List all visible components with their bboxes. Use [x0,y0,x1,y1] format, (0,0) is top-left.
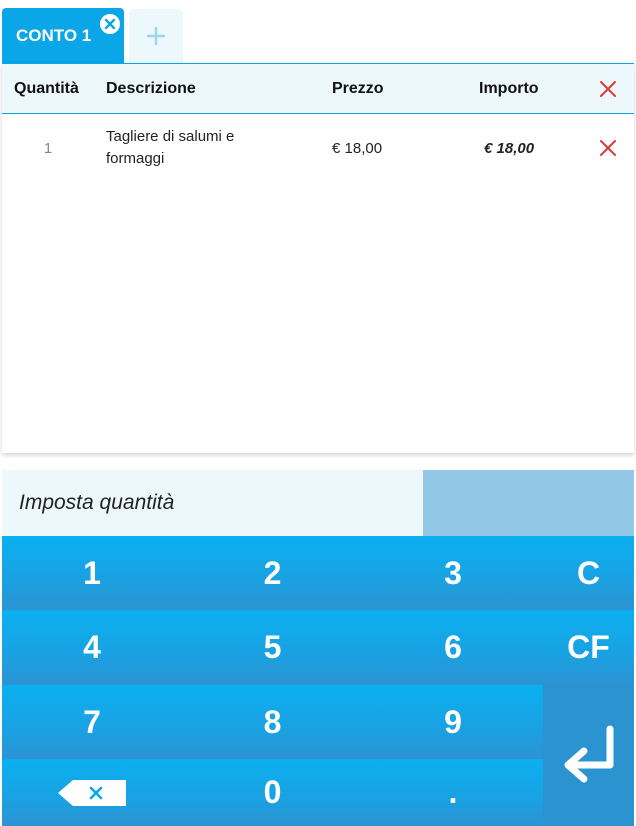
add-tab-button[interactable] [129,9,183,63]
key-7[interactable]: 7 [2,685,182,759]
header-amount: Importo [479,80,539,97]
order-table: Quantità Descrizione Prezzo Importo 1 Ta… [2,63,634,453]
table-header: Quantità Descrizione Prezzo Importo [2,64,634,114]
key-clear[interactable]: C [543,536,634,610]
key-5[interactable]: 5 [182,610,363,685]
header-price: Prezzo [332,80,384,97]
key-6[interactable]: 6 [363,610,543,685]
delete-all-icon[interactable] [599,64,617,114]
header-quantity: Quantità [14,80,79,97]
tab-bar: CONTO 1 [0,0,636,63]
tab-label: CONTO 1 [16,25,92,45]
quantity-label: Imposta quantità [2,470,423,536]
row-price: € 18,00 [332,139,383,157]
key-3[interactable]: 3 [363,536,543,610]
close-tab-icon[interactable] [98,12,122,36]
quantity-bar: Imposta quantità [2,470,634,536]
key-clear-full[interactable]: CF [543,610,634,685]
key-4[interactable]: 4 [2,610,182,685]
delete-row-icon[interactable] [599,115,617,181]
key-9[interactable]: 9 [363,685,543,759]
key-8[interactable]: 8 [182,685,363,759]
plus-icon [146,26,166,46]
row-description: Tagliere di salumi e formaggi [106,128,235,167]
backspace-icon [58,779,126,806]
quantity-display[interactable] [423,470,634,536]
key-0[interactable]: 0 [182,759,363,826]
key-decimal[interactable]: . [363,759,543,826]
table-row[interactable]: 1 Tagliere di salumi e formaggi € 18,00 … [2,115,634,181]
row-amount: € 18,00 [484,139,535,157]
key-2[interactable]: 2 [182,536,363,610]
key-1[interactable]: 1 [2,536,182,610]
backspace-button[interactable] [2,759,182,826]
numeric-keypad: 1 2 3 C 4 5 6 CF 7 8 9 0 . [2,536,634,826]
enter-return-icon [564,725,613,782]
header-description: Descrizione [106,80,196,97]
row-quantity: 1 [43,139,53,157]
enter-button[interactable] [543,685,634,826]
